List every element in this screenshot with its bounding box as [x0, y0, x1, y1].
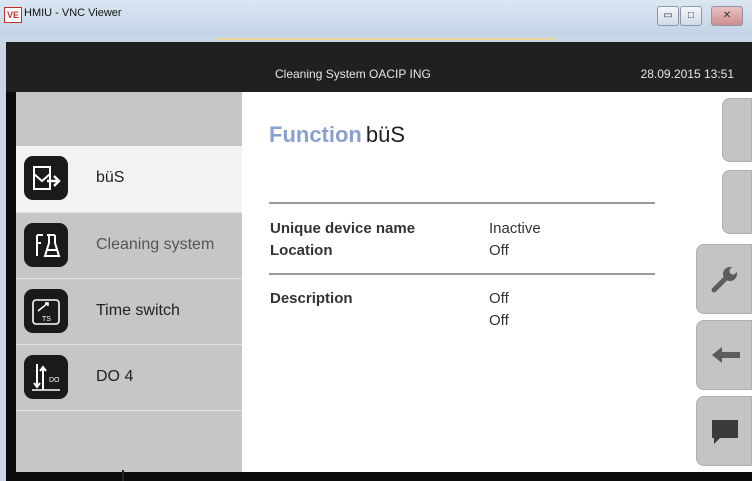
property-value: Inactive [489, 220, 541, 237]
time-switch-icon-text: TS [42, 316, 51, 323]
time-switch-icon: TS [24, 289, 68, 333]
divider [269, 202, 655, 204]
property-value: Off [489, 242, 509, 259]
main-panel: Function büS Unique device name Inactive … [242, 92, 694, 472]
back-arrow-icon [710, 342, 742, 373]
property-label: Unique device name [270, 220, 416, 237]
property-label: Description [270, 290, 353, 307]
system-name: Cleaning System OACIP ING [275, 67, 431, 81]
close-button[interactable]: ✕ [711, 6, 743, 26]
settings-button[interactable] [696, 244, 752, 314]
sidebar-item-label: Cleaning system [96, 236, 215, 253]
message-button[interactable] [696, 396, 752, 466]
right-tab-2[interactable] [722, 170, 752, 234]
bus-transfer-icon [24, 156, 68, 200]
sidebar-item-do4[interactable]: DO DO 4 [16, 344, 242, 410]
title-keyword: Function [269, 122, 362, 147]
right-tab-1[interactable] [722, 98, 752, 162]
sidebar-blank-top [16, 92, 242, 146]
page-title: Function büS [269, 122, 405, 148]
header-bar: Cleaning System OACIP ING 28.09.2015 13:… [6, 42, 752, 92]
sidebar-item-label: DO 4 [96, 368, 134, 385]
property-value: Off [489, 290, 509, 307]
maximize-button[interactable]: □ [680, 6, 702, 26]
flask-icon [24, 223, 68, 267]
wrench-icon [710, 264, 740, 299]
vnc-logo-icon: VE [4, 7, 22, 23]
datetime: 28.09.2015 13:51 [640, 67, 734, 81]
sidebar-item-label: büS [96, 169, 125, 186]
digital-output-icon: DO [24, 355, 68, 399]
back-button[interactable] [696, 320, 752, 390]
sidebar: büS Cleaning system TS Time switch DO DO… [16, 92, 242, 472]
window-title: HMIU - VNC Viewer [24, 7, 122, 19]
marker-line [122, 470, 124, 481]
hmi-screen: Cleaning System OACIP ING 28.09.2015 13:… [6, 42, 752, 481]
window-titlebar: VE HMIU - VNC Viewer ▭ □ ✕ [0, 0, 752, 36]
sidebar-item-time-switch[interactable]: TS Time switch [16, 278, 242, 344]
chat-icon [710, 418, 740, 451]
window-indicator-strip [215, 38, 555, 40]
sidebar-item-bus[interactable]: büS [16, 146, 242, 212]
sidebar-item-cleaning-system[interactable]: Cleaning system [16, 212, 242, 278]
sidebar-blank-bottom [16, 410, 242, 472]
title-name: büS [365, 122, 406, 147]
digital-output-icon-text: DO [49, 377, 60, 384]
property-value: Off [489, 312, 509, 329]
right-toolbar [694, 92, 752, 472]
minimize-button[interactable]: ▭ [657, 6, 679, 26]
property-label: Location [270, 242, 333, 259]
sidebar-item-label: Time switch [96, 302, 180, 319]
divider [269, 273, 655, 275]
